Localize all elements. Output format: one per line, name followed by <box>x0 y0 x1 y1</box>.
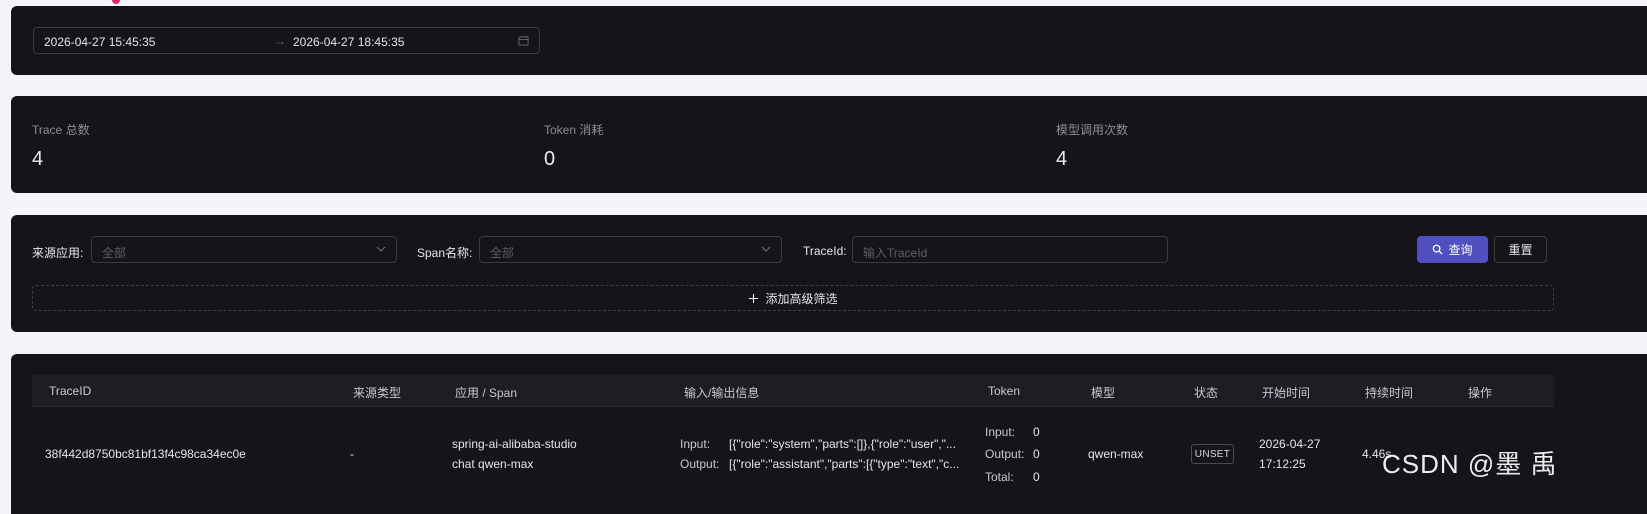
token-input-label: Input: <box>985 425 1016 439</box>
token-total-label: Total: <box>985 470 1014 484</box>
source-app-select[interactable]: 全部 <box>91 236 397 263</box>
table-header: TraceID 来源类型 应用 / Span 输入/输出信息 Token 模型 … <box>32 375 1554 407</box>
stat-value: 4 <box>1056 148 1068 170</box>
status-badge: UNSET <box>1191 444 1234 464</box>
token-output-value: 0 <box>1033 447 1040 461</box>
span-name-label: Span名称: <box>417 246 473 260</box>
stat-label: Token 消耗 <box>544 123 604 137</box>
column-header-start-time: 开始时间 <box>1262 386 1311 400</box>
column-header-status: 状态 <box>1194 386 1219 400</box>
input-value: [{"role":"system","parts":[]},{"role":"u… <box>729 437 956 451</box>
traceid-label: TraceId: <box>803 244 847 258</box>
column-header-token: Token <box>988 384 1021 398</box>
chevron-down-icon <box>761 246 771 252</box>
source-app-label: 来源应用: <box>32 246 84 260</box>
stats-panel: Trace 总数 4 Token 消耗 0 模型调用次数 4 <box>11 96 1647 193</box>
source-app-placeholder: 全部 <box>102 246 127 260</box>
token-input-value: 0 <box>1033 425 1040 439</box>
app-name-cell: spring-ai-alibaba-studio <box>452 437 577 451</box>
chevron-down-icon <box>376 246 386 252</box>
start-date-cell: 2026-04-27 <box>1259 437 1321 451</box>
plus-icon <box>749 293 759 303</box>
range-arrow-icon: → <box>274 34 286 48</box>
filter-panel: 来源应用: 全部 Span名称: 全部 TraceId: 输入TraceId 查… <box>11 215 1647 332</box>
stat-model-calls: 模型调用次数 4 <box>1056 121 1128 171</box>
column-header-model: 模型 <box>1091 386 1116 400</box>
stat-label: 模型调用次数 <box>1056 123 1129 137</box>
span-name-placeholder: 全部 <box>490 246 515 260</box>
start-date-input[interactable]: 2026-04-27 15:45:35 <box>44 35 155 49</box>
add-advanced-filter-button[interactable]: 添加高级筛选 <box>32 285 1554 311</box>
traceid-placeholder: 输入TraceId <box>863 246 928 260</box>
input-label: Input: <box>680 437 711 451</box>
span-name-select[interactable]: 全部 <box>479 236 782 263</box>
query-button[interactable]: 查询 <box>1417 236 1488 263</box>
token-output-label: Output: <box>985 447 1025 461</box>
source-type-cell: - <box>350 447 354 461</box>
traceid-input[interactable]: 输入TraceId <box>852 236 1168 263</box>
start-time-cell: 17:12:25 <box>1259 457 1306 471</box>
model-cell: qwen-max <box>1088 447 1144 461</box>
column-header-traceid: TraceID <box>49 384 92 398</box>
stat-value: 0 <box>544 148 556 170</box>
query-button-label: 查询 <box>1448 243 1473 257</box>
stat-token-usage: Token 消耗 0 <box>544 121 603 171</box>
output-label: Output: <box>680 457 720 471</box>
reset-button[interactable]: 重置 <box>1494 236 1547 263</box>
trace-table-panel: TraceID 来源类型 应用 / Span 输入/输出信息 Token 模型 … <box>11 354 1647 514</box>
span-name-cell: chat qwen-max <box>452 457 534 471</box>
column-header-io: 输入/输出信息 <box>684 386 760 400</box>
column-header-duration: 持续时间 <box>1365 386 1414 400</box>
add-advanced-filter-label: 添加高级筛选 <box>765 291 838 306</box>
date-range-panel: 2026-04-27 15:45:35 → 2026-04-27 18:45:3… <box>11 6 1647 75</box>
output-value: [{"role":"assistant","parts":[{"type":"t… <box>729 457 960 471</box>
indicator-dot <box>112 0 120 4</box>
stat-value: 4 <box>32 148 44 170</box>
token-total-value: 0 <box>1033 470 1040 484</box>
stat-label: Trace 总数 <box>32 123 90 137</box>
watermark: CSDN @墨 禹 <box>1382 449 1558 479</box>
date-range-picker[interactable]: 2026-04-27 15:45:35 → 2026-04-27 18:45:3… <box>33 27 540 54</box>
reset-button-label: 重置 <box>1508 243 1533 257</box>
calendar-icon[interactable] <box>518 35 529 46</box>
column-header-source-type: 来源类型 <box>353 386 402 400</box>
search-icon <box>1433 244 1444 255</box>
end-date-input[interactable]: 2026-04-27 18:45:35 <box>293 35 404 49</box>
column-header-app-span: 应用 / Span <box>455 386 518 400</box>
stat-trace-total: Trace 总数 4 <box>32 121 90 171</box>
column-header-actions: 操作 <box>1468 386 1493 400</box>
trace-id-link[interactable]: 38f442d8750bc81bf13f4c98ca34ec0e <box>45 443 246 465</box>
